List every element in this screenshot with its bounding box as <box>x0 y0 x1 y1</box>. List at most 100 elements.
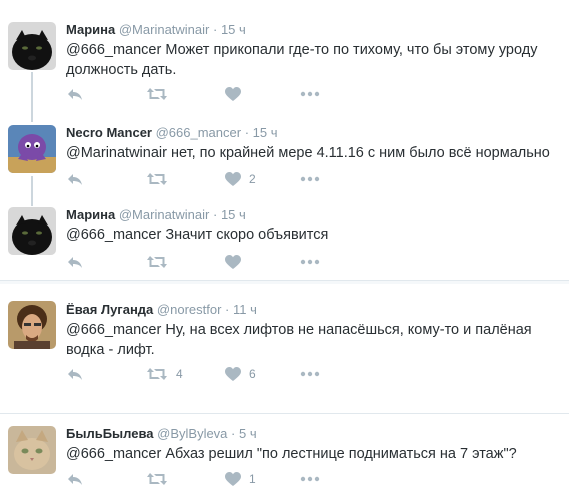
avatar[interactable] <box>8 22 56 70</box>
avatar[interactable] <box>8 125 56 173</box>
author-name[interactable]: БыльБылева <box>66 426 154 441</box>
more-dots-icon <box>300 259 320 265</box>
mention-link[interactable]: @666_mancer <box>66 446 161 462</box>
like-button[interactable] <box>225 253 249 271</box>
retweet-icon <box>147 173 167 185</box>
reply-icon <box>68 89 82 100</box>
mention-link[interactable]: @666_mancer <box>66 322 161 338</box>
tweet-text: @666_mancer Может прикопали где-то по ти… <box>66 40 561 80</box>
tweet-text: @666_mancer Абхаз решил "по лестнице под… <box>66 444 561 464</box>
tweet-header: Necro Mancer @666_mancer · 15 ч <box>66 125 278 140</box>
avatar[interactable] <box>8 301 56 349</box>
author-handle[interactable]: @norestfor <box>157 302 222 317</box>
mention-link[interactable]: @666_mancer <box>66 227 161 243</box>
tweet[interactable]: Марина @Marinatwinair · 15 ч @666_mancer… <box>0 0 569 110</box>
author-handle[interactable]: @666_mancer <box>156 125 241 140</box>
author-name[interactable]: Necro Mancer <box>66 125 152 140</box>
more-button[interactable] <box>300 470 320 488</box>
retweet-button[interactable]: 4 <box>146 365 183 383</box>
tweet-actions: 1 <box>66 470 366 488</box>
reply-button[interactable] <box>66 170 84 188</box>
mention-link[interactable]: @666_mancer <box>66 42 161 58</box>
tweet[interactable]: Necro Mancer @666_mancer · 15 ч @Marinat… <box>0 110 569 195</box>
tweet[interactable]: БыльБылева @BylByleva · 5 ч @666_mancer … <box>0 414 569 488</box>
heart-icon <box>225 86 241 101</box>
more-button[interactable] <box>300 170 320 188</box>
retweet-icon <box>147 473 167 485</box>
more-button[interactable] <box>300 85 320 103</box>
tweet-header: Марина @Marinatwinair · 15 ч <box>66 207 246 222</box>
heart-icon <box>225 471 241 486</box>
author-handle[interactable]: @BylByleva <box>157 426 227 441</box>
tweet-body: Абхаз решил "по лестнице подниматься на … <box>161 446 517 462</box>
author-name[interactable]: Марина <box>66 207 115 222</box>
separator-dot: · <box>244 125 250 140</box>
retweet-icon <box>147 88 167 100</box>
avatar[interactable] <box>8 426 56 474</box>
tweet-text: @666_mancer Ну, на всех лифтов не напасё… <box>66 320 561 360</box>
timestamp[interactable]: 15 ч <box>221 207 246 222</box>
more-dots-icon <box>300 371 320 377</box>
tweet-header: Ёвая Луганда @norestfor · 11 ч <box>66 302 257 317</box>
author-name[interactable]: Ёвая Луганда <box>66 302 153 317</box>
tweet-body: нет, по крайней мере 4.11.16 с ним было … <box>166 145 550 161</box>
more-button[interactable] <box>300 253 320 271</box>
retweet-icon <box>147 368 167 380</box>
tweet[interactable]: Ёвая Луганда @norestfor · 11 ч @666_manc… <box>0 285 569 410</box>
tweet-actions: 4 6 <box>66 365 366 385</box>
tweet-body: Значит скоро объявится <box>161 227 329 243</box>
black-panther-avatar-image <box>8 22 56 70</box>
tweet-actions <box>66 253 366 273</box>
reply-icon <box>68 257 82 268</box>
divider <box>0 280 569 281</box>
heart-icon <box>225 254 241 269</box>
retweet-button[interactable] <box>146 253 176 271</box>
like-count: 2 <box>249 172 256 186</box>
more-dots-icon <box>300 91 320 97</box>
like-button[interactable] <box>225 85 249 103</box>
more-button[interactable] <box>300 365 320 383</box>
tweet-header: БыльБылева @BylByleva · 5 ч <box>66 426 257 441</box>
man-portrait-avatar-image <box>8 301 56 349</box>
like-count: 6 <box>249 367 256 381</box>
tweet-header: Марина @Marinatwinair · 15 ч <box>66 22 246 37</box>
author-name[interactable]: Марина <box>66 22 115 37</box>
avatar[interactable] <box>8 207 56 255</box>
separator-dot: · <box>212 207 218 222</box>
tweet-text: @666_mancer Значит скоро объявится <box>66 225 561 245</box>
reply-icon <box>68 174 82 185</box>
author-handle[interactable]: @Marinatwinair <box>119 22 210 37</box>
retweet-icon <box>147 256 167 268</box>
timestamp[interactable]: 15 ч <box>221 22 246 37</box>
reply-button[interactable] <box>66 470 84 488</box>
tweet-text: @Marinatwinair нет, по крайней мере 4.11… <box>66 143 561 163</box>
tweet-actions: 2 <box>66 170 366 190</box>
retweet-button[interactable] <box>146 170 176 188</box>
timestamp[interactable]: 15 ч <box>253 125 278 140</box>
reply-button[interactable] <box>66 85 84 103</box>
cat-avatar-image <box>8 426 56 474</box>
reply-icon <box>68 369 82 380</box>
tweet[interactable]: Марина @Marinatwinair · 15 ч @666_mancer… <box>0 195 569 280</box>
cartoon-creature-avatar-image <box>8 125 56 173</box>
reply-button[interactable] <box>66 253 84 271</box>
timestamp[interactable]: 5 ч <box>239 426 257 441</box>
timestamp[interactable]: 11 ч <box>233 302 257 317</box>
reply-button[interactable] <box>66 365 84 383</box>
author-handle[interactable]: @Marinatwinair <box>119 207 210 222</box>
more-dots-icon <box>300 476 320 482</box>
retweet-button[interactable] <box>146 85 176 103</box>
like-button[interactable]: 6 <box>225 365 256 383</box>
reply-icon <box>68 474 82 485</box>
more-dots-icon <box>300 176 320 182</box>
mention-link[interactable]: @Marinatwinair <box>66 145 167 161</box>
retweet-count: 4 <box>176 367 183 381</box>
tweet-thread-feed: Марина @Marinatwinair · 15 ч @666_mancer… <box>0 0 569 488</box>
black-panther-avatar-image <box>8 207 56 255</box>
like-button[interactable]: 2 <box>225 170 256 188</box>
like-button[interactable]: 1 <box>225 470 256 488</box>
tweet-actions <box>66 85 366 105</box>
separator-dot: · <box>231 426 236 441</box>
separator-dot: · <box>225 302 230 317</box>
retweet-button[interactable] <box>146 470 176 488</box>
